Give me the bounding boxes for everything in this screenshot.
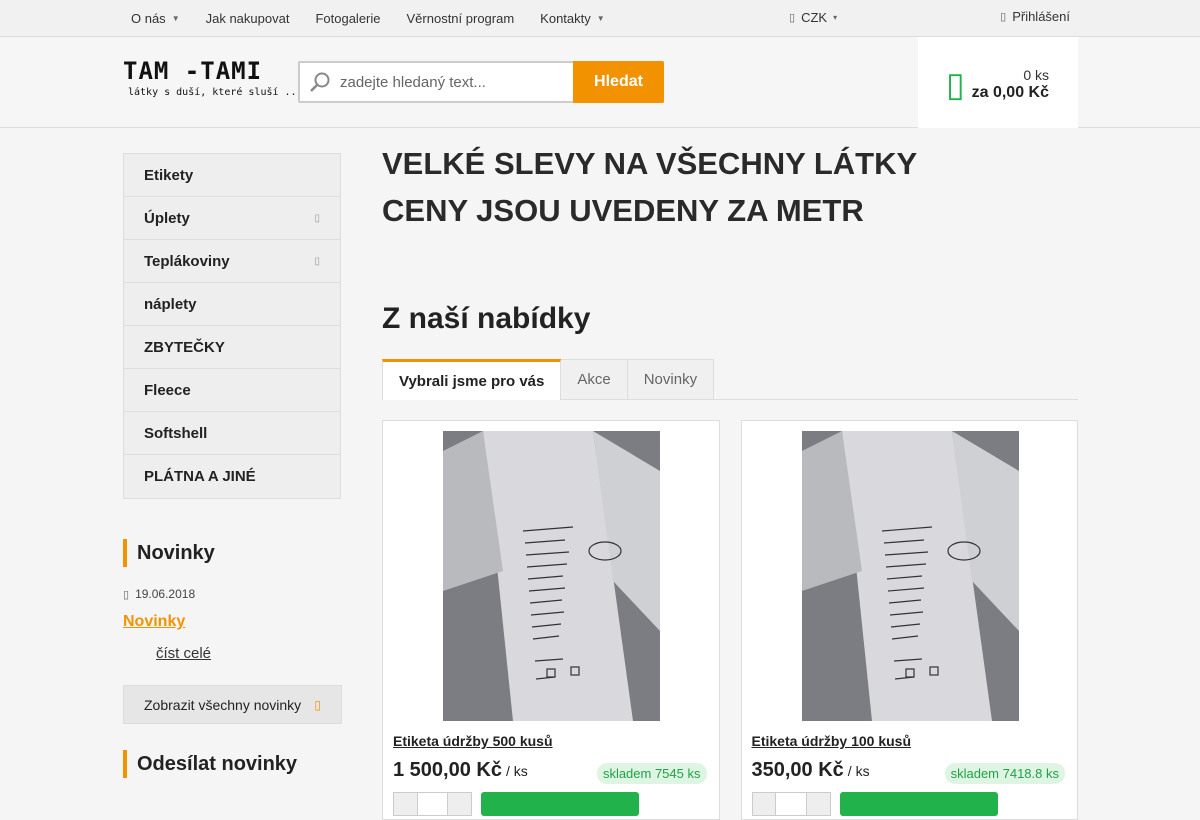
topnav-item-vernostni-program[interactable]: Věrnostní program (407, 11, 515, 26)
category-list: Etikety Úplety ▯ Teplákoviny ▯ náplety ZBY… (123, 153, 341, 499)
logo-subtitle: látky s duší, které sluší ... (128, 87, 303, 98)
news-title-link[interactable]: Novinky (123, 613, 341, 631)
header: TAM -TAMI látky s duší, které sluší ... … (0, 37, 1200, 128)
cart-count: 0 ks (1023, 67, 1049, 83)
quantity-field[interactable] (776, 793, 807, 815)
product-tabs: Vybrali jsme pro vás Akce Novinky (382, 359, 1078, 400)
decrement-button[interactable] (752, 793, 777, 815)
category-naplety[interactable]: náplety (124, 283, 340, 326)
product-price: 350,00 Kč / ks (751, 759, 870, 781)
category-teplakoviny[interactable]: Teplákoviny ▯ (124, 240, 340, 283)
category-uplety[interactable]: Úplety ▯ (124, 197, 340, 240)
quantity-stepper[interactable] (393, 792, 472, 816)
quantity-stepper[interactable] (751, 792, 831, 816)
chevron-right-icon: ▯ (314, 255, 320, 267)
product-name-link[interactable]: Etiketa údržby 500 kusů (393, 733, 553, 749)
search-box (298, 61, 573, 103)
category-zbytecky[interactable]: ZBYTEČKY (124, 326, 340, 369)
chevron-down-icon: ▼ (171, 14, 180, 23)
search-input[interactable] (340, 73, 560, 91)
tab-akce[interactable]: Akce (561, 359, 628, 399)
cart-icon: ▯ (946, 66, 965, 104)
search-form: Hledat (298, 61, 664, 103)
offer-heading: Z naší nabídky (382, 302, 591, 335)
category-etikety[interactable]: Etikety (124, 154, 340, 197)
category-softshell[interactable]: Softshell (124, 412, 340, 455)
login-link[interactable]: ▯ Přihlášení (1000, 9, 1070, 24)
product-image[interactable] (443, 431, 660, 721)
quantity-field[interactable] (417, 793, 449, 815)
coin-icon: ▯ (789, 12, 796, 24)
product-card: Etiketa údržby 500 kusů 1 500,00 Kč / ks … (382, 420, 720, 820)
user-icon: ▯ (1000, 11, 1007, 23)
product-price: 1 500,00 Kč / ks (393, 759, 528, 781)
chevron-down-icon: ▾ (833, 13, 838, 22)
stock-badge: skladem 7418.8 ks (944, 763, 1065, 784)
cart-total: za 0,00 Kč (971, 84, 1049, 101)
increment-button[interactable] (448, 793, 472, 815)
increment-button[interactable] (806, 793, 830, 815)
news-heading: Novinky (123, 539, 341, 567)
search-button[interactable]: Hledat (573, 61, 664, 103)
topnav-item-fotogalerie[interactable]: Fotogalerie (315, 11, 380, 26)
topnav-item-o-nas[interactable]: O nás ▼ (131, 11, 180, 26)
all-news-button[interactable]: Zobrazit všechny novinky ▯ (123, 685, 342, 724)
chevron-right-icon: ▯ (314, 212, 320, 224)
main-content: VELKÉ SLEVY NA VŠECHNY LÁTKY CENY JSOU U… (382, 140, 1078, 820)
category-fleece[interactable]: Fleece (124, 369, 340, 412)
chevron-right-icon: ▯ (314, 697, 321, 712)
product-card: Etiketa údržby 100 kusů 350,00 Kč / ks sk… (740, 420, 1078, 820)
logo-title: TAM -TAMI (123, 57, 263, 85)
tab-vybrali-jsme-pro-vas[interactable]: Vybrali jsme pro vás (382, 359, 562, 400)
promo-banner: VELKÉ SLEVY NA VŠECHNY LÁTKY CENY JSOU U… (382, 140, 1078, 234)
banner-line-1: VELKÉ SLEVY NA VŠECHNY LÁTKY (382, 146, 918, 181)
category-platna-a-jine[interactable]: PLÁTNA A JINÉ (124, 455, 340, 498)
news-read-more-link[interactable]: číst celé (156, 645, 341, 662)
add-to-cart-button[interactable] (481, 792, 639, 816)
currency-selector[interactable]: ▯ CZK ▾ (789, 10, 837, 25)
product-name-link[interactable]: Etiketa údržby 100 kusů (752, 733, 912, 749)
topnav-item-jak-nakupovat[interactable]: Jak nakupovat (206, 11, 290, 26)
sidebar: Etikety Úplety ▯ Teplákoviny ▯ náplety ZBY… (123, 153, 342, 778)
news-date: ▯ 19.06.2018 (123, 587, 196, 601)
cart[interactable]: ▯ 0 ks za 0,00 Kč (918, 37, 1078, 128)
subscribe-heading: Odesílat novinky (123, 750, 341, 778)
topnav-item-kontakty[interactable]: Kontakty ▼ (540, 11, 605, 26)
stock-badge: skladem 7545 ks (596, 763, 707, 784)
top-bar: O nás ▼ Jak nakupovat Fotogalerie Věrnost… (0, 0, 1200, 37)
calendar-icon: ▯ (123, 588, 130, 601)
top-nav: O nás ▼ Jak nakupovat Fotogalerie Věrnost… (123, 0, 631, 37)
add-to-cart-button[interactable] (839, 792, 998, 816)
chevron-down-icon: ▼ (596, 14, 605, 23)
product-image[interactable] (801, 431, 1019, 721)
product-grid: Etiketa údržby 500 kusů 1 500,00 Kč / ks … (382, 420, 1078, 820)
search-icon (300, 71, 340, 93)
banner-line-2: CENY JSOU UVEDENY ZA METR (382, 193, 864, 228)
tab-novinky[interactable]: Novinky (627, 359, 715, 399)
decrement-button[interactable] (394, 793, 418, 815)
logo[interactable]: TAM -TAMI látky s duší, které sluší ... (123, 57, 303, 98)
